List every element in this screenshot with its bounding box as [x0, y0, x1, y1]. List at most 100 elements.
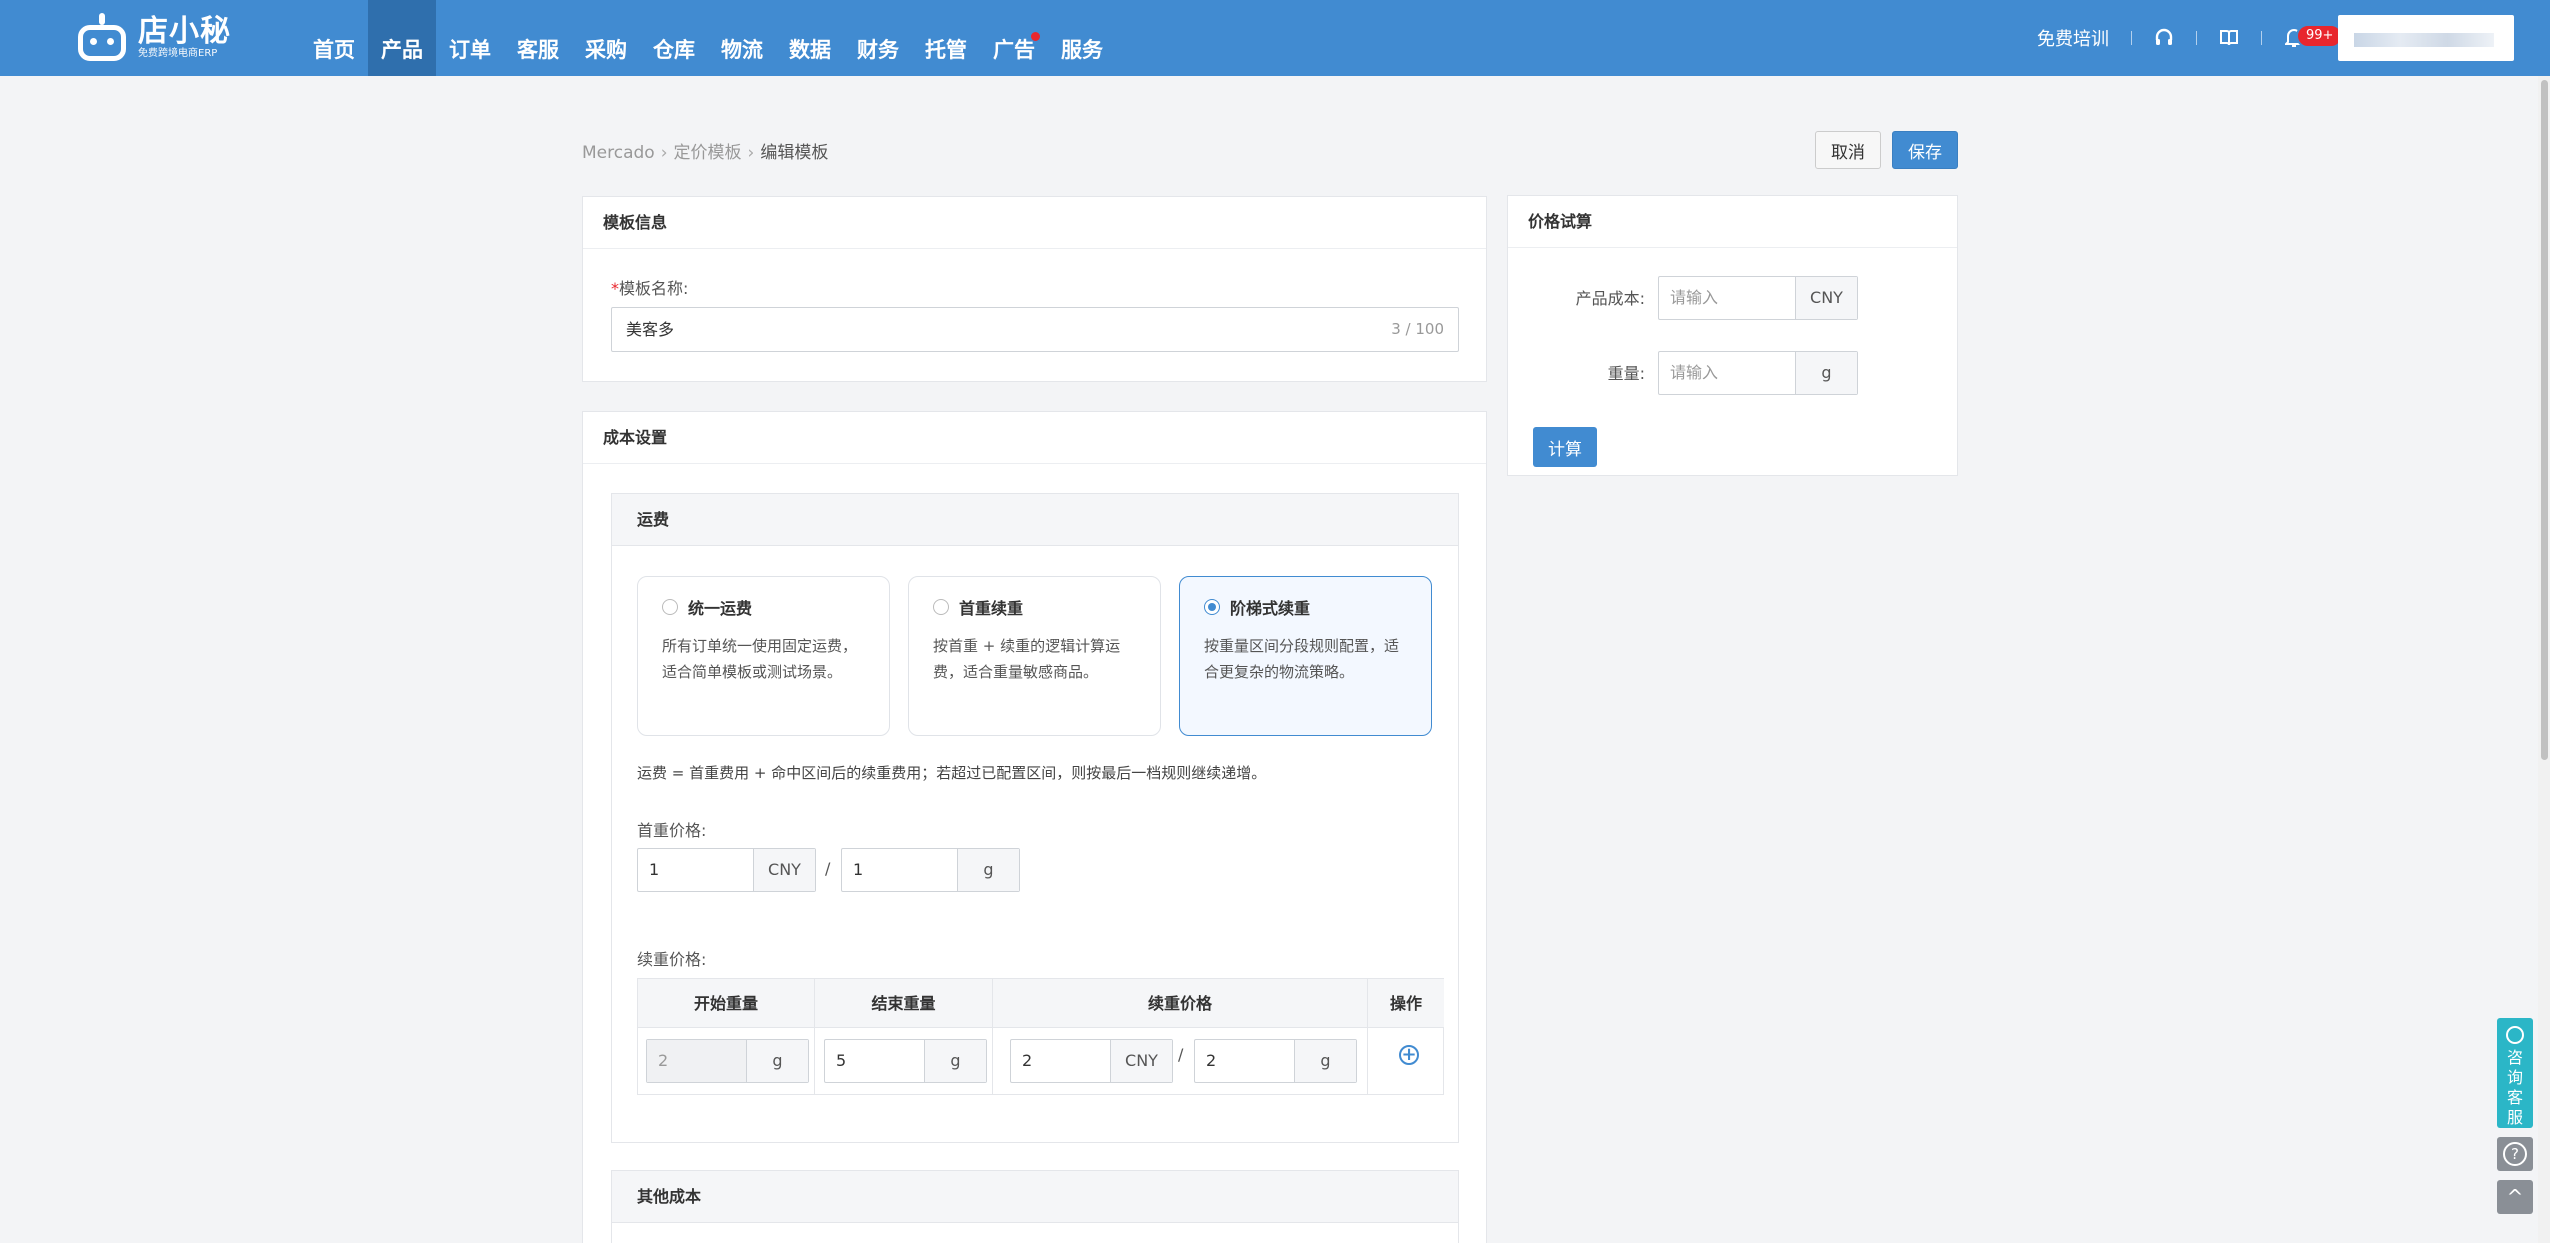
first-price-value: 1 — [649, 860, 660, 879]
continued-price-label: 续重价格: — [637, 950, 707, 969]
product-cost-input[interactable]: 请输入 CNY — [1658, 276, 1858, 320]
freight-section: 运费 统一运费 所有订单统一使用固定运费，适合简单模板或测试场景。 首重续重 按… — [611, 493, 1459, 1143]
option-desc: 所有订单统一使用固定运费，适合简单模板或测试场景。 — [662, 637, 858, 681]
product-cost-placeholder: 请输入 — [1670, 288, 1719, 307]
th-end-weight: 结束重量 — [815, 979, 993, 1028]
free-training-link[interactable]: 免费培训 — [2015, 25, 2131, 51]
calculate-button[interactable]: 计算 — [1533, 427, 1597, 467]
nav-item-orders[interactable]: 订单 — [436, 0, 504, 76]
weight-unit: g — [746, 1040, 808, 1082]
nav-item-warehouse[interactable]: 仓库 — [640, 0, 708, 76]
template-name-label: *模板名称: — [611, 279, 689, 298]
cancel-button[interactable]: 取消 — [1815, 131, 1881, 169]
breadcrumb: Mercado › 定价模板 › 编辑模板 — [582, 138, 828, 163]
chevron-up-icon: ^ — [2506, 1185, 2524, 1209]
start-weight-value: 2 — [647, 1040, 746, 1082]
customer-service-label: 咨询客服 — [2506, 1048, 2523, 1127]
continued-price-input[interactable]: 2 CNY — [1010, 1039, 1173, 1083]
logo-name: 店小秘 — [138, 14, 231, 49]
nav-item-products[interactable]: 产品 — [368, 0, 436, 76]
user-account-box[interactable] — [2338, 15, 2514, 61]
help-button[interactable]: ? — [2497, 1137, 2533, 1171]
other-cost-title: 其他成本 — [612, 1171, 1458, 1223]
template-name-input[interactable]: 美客多 3 / 100 — [611, 307, 1459, 352]
currency-unit: CNY — [753, 849, 815, 891]
robot-logo-icon — [74, 13, 130, 63]
per-weight-value: 2 — [1206, 1051, 1217, 1070]
nav-item-logistics[interactable]: 物流 — [708, 0, 776, 76]
nav-item-service[interactable]: 客服 — [504, 0, 572, 76]
nav-item-ads[interactable]: 广告 — [980, 0, 1048, 76]
nav-item-home[interactable]: 首页 — [300, 0, 368, 76]
save-button[interactable]: 保存 — [1892, 131, 1958, 169]
first-weight-price-label: 首重价格: — [637, 821, 707, 840]
nav-item-services[interactable]: 服务 — [1048, 0, 1116, 76]
main-nav: 首页 产品 订单 客服 采购 仓库 物流 数据 财务 托管 广告 服务 — [300, 0, 1116, 76]
chevron-right-icon: › — [747, 143, 755, 163]
template-info-title: 模板信息 — [583, 197, 1486, 249]
weight-input[interactable]: 请输入 g — [1658, 351, 1858, 395]
breadcrumb-current: 编辑模板 — [760, 143, 829, 163]
option-first-continued-weight[interactable]: 首重续重 按首重 + 续重的逻辑计算运费，适合重量敏感商品。 — [908, 576, 1161, 736]
book-icon[interactable] — [2197, 0, 2261, 76]
nav-item-hosting[interactable]: 托管 — [912, 0, 980, 76]
option-tiered-weight[interactable]: 阶梯式续重 按重量区间分段规则配置，适合更复杂的物流策略。 — [1179, 576, 1432, 736]
slash-separator: / — [1178, 1045, 1184, 1064]
account-name-blurred — [2354, 33, 2494, 47]
option-title: 首重续重 — [959, 599, 1024, 618]
option-flat-freight[interactable]: 统一运费 所有订单统一使用固定运费，适合简单模板或测试场景。 — [637, 576, 890, 736]
freight-formula: 运费 = 首重费用 + 命中区间后的续重费用；若超过已配置区间，则按最后一档规则… — [637, 764, 1267, 782]
weight-unit: g — [1795, 352, 1857, 394]
radio-selected-icon[interactable] — [1204, 599, 1220, 615]
radio-icon[interactable] — [933, 599, 949, 615]
headset-icon[interactable] — [2132, 0, 2196, 76]
price-calc-panel: 价格试算 产品成本: 请输入 CNY 重量: 请输入 g 计算 — [1507, 195, 1958, 476]
first-weight-input[interactable]: 1 g — [841, 848, 1020, 892]
continued-price-value: 2 — [1022, 1051, 1033, 1070]
breadcrumb-mercado[interactable]: Mercado — [582, 143, 655, 163]
th-continued-price: 续重价格 — [993, 979, 1368, 1028]
template-name-value: 美客多 — [626, 320, 675, 339]
start-weight-input: 2 g — [646, 1039, 809, 1083]
new-dot-icon — [1031, 32, 1040, 41]
weight-unit: g — [924, 1040, 986, 1082]
add-row-plus-icon[interactable]: + — [1399, 1045, 1419, 1065]
char-count: 3 / 100 — [1391, 320, 1444, 338]
nav-item-data[interactable]: 数据 — [776, 0, 844, 76]
logo-tagline: 免费跨境电商ERP — [138, 48, 218, 59]
other-cost-section: 其他成本 — [611, 1170, 1459, 1243]
page-scrollbar[interactable] — [2538, 76, 2550, 1243]
currency-unit: CNY — [1795, 277, 1857, 319]
top-nav-bar: 店小秘 免费跨境电商ERP 首页 产品 订单 客服 采购 仓库 物流 数据 财务… — [0, 0, 2550, 76]
nav-item-purchase[interactable]: 采购 — [572, 0, 640, 76]
first-weight-value: 1 — [853, 860, 864, 879]
chat-user-icon — [2506, 1026, 2524, 1044]
breadcrumb-pricing-templates[interactable]: 定价模板 — [674, 143, 742, 163]
required-mark: * — [611, 279, 619, 298]
first-price-input[interactable]: 1 CNY — [637, 848, 816, 892]
currency-unit: CNY — [1110, 1040, 1172, 1082]
help-icon: ? — [2503, 1142, 2527, 1166]
end-weight-input[interactable]: 5 g — [824, 1039, 987, 1083]
weight-unit: g — [1294, 1040, 1356, 1082]
option-title: 统一运费 — [688, 599, 753, 618]
price-calc-title: 价格试算 — [1508, 196, 1957, 248]
cost-settings-panel: 成本设置 运费 统一运费 所有订单统一使用固定运费，适合简单模板或测试场景。 首… — [582, 411, 1487, 1243]
back-to-top-button[interactable]: ^ — [2497, 1180, 2533, 1214]
th-start-weight: 开始重量 — [638, 979, 815, 1028]
option-desc: 按首重 + 续重的逻辑计算运费，适合重量敏感商品。 — [933, 637, 1121, 681]
bell-icon[interactable]: 99+ — [2262, 0, 2344, 76]
scrollbar-thumb[interactable] — [2541, 80, 2548, 760]
weight-label: 重量: — [1607, 364, 1645, 383]
per-weight-input[interactable]: 2 g — [1194, 1039, 1357, 1083]
radio-icon[interactable] — [662, 599, 678, 615]
cost-settings-title: 成本设置 — [583, 412, 1486, 464]
top-right-tools: 免费培训 99+ — [2015, 0, 2550, 76]
nav-item-finance[interactable]: 财务 — [844, 0, 912, 76]
weight-unit: g — [957, 849, 1019, 891]
continued-price-table: 开始重量 结束重量 续重价格 操作 2 g 5 g 2 CNY / 2 g + — [637, 978, 1444, 1095]
option-desc: 按重量区间分段规则配置，适合更复杂的物流策略。 — [1204, 637, 1400, 681]
customer-service-button[interactable]: 咨询客服 — [2497, 1018, 2533, 1128]
weight-placeholder: 请输入 — [1670, 363, 1719, 382]
logo[interactable]: 店小秘 免费跨境电商ERP — [74, 10, 234, 66]
